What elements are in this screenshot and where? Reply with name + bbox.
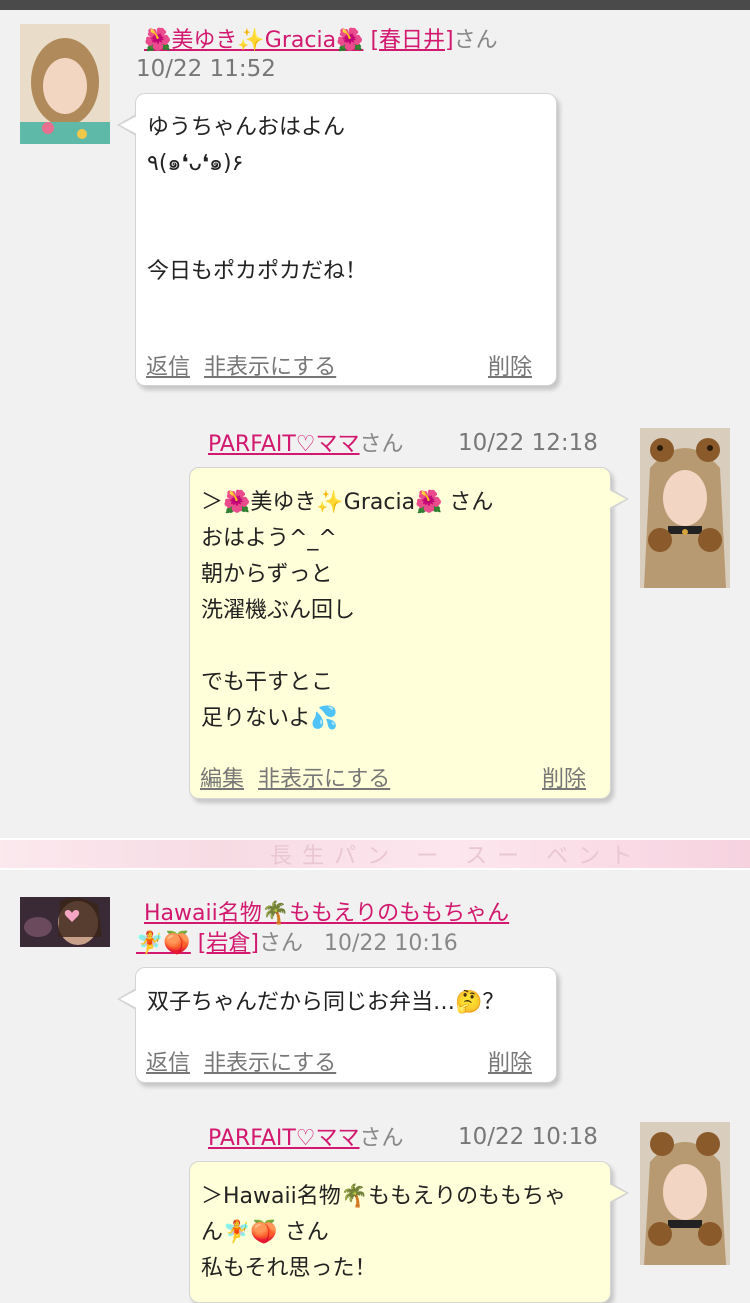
bubble-tail-fill <box>120 990 137 1008</box>
message-bubble: 双子ちゃんだから同じお弁当…🤔？ 返信 非表示にする 削除 <box>117 967 557 1083</box>
author-name-link[interactable]: PARFAIT♡ママ <box>208 432 360 457</box>
message-line: 朝からずっと <box>201 562 333 587</box>
post-author: PARFAIT♡ママさん <box>208 1124 404 1154</box>
reply-link[interactable]: 返信 <box>146 1046 190 1082</box>
message-bubble: ゆうちゃんおはよん ٩(๑❛ᴗ❛๑)۶ 今日もポカポカだね！ 返信 非表示にする… <box>117 93 557 386</box>
message-body: ＞🌺美ゆき✨Gracia🌺 さん おはよう^_^ 朝からずっと 洗濯機ぶん回し … <box>201 485 493 737</box>
edit-link[interactable]: 編集 <box>200 762 244 798</box>
message-body: ゆうちゃんおはよん ٩(๑❛ᴗ❛๑)۶ 今日もポカポカだね！ <box>147 110 367 290</box>
message-line: ٩(๑❛ᴗ❛๑)۶ <box>147 151 244 176</box>
post-author-cont: 🧚🍑 [岩倉]さん 10/22 10:16 <box>136 929 458 959</box>
top-bar <box>0 0 750 10</box>
bubble-tail-fill <box>609 1184 626 1202</box>
post-author: Hawaii名物🌴ももえりのももちゃん <box>144 899 509 929</box>
author-name-link[interactable]: Hawaii名物🌴ももえりのももちゃん <box>144 901 509 926</box>
delete-link[interactable]: 削除 <box>542 762 586 798</box>
post-timestamp: 10/22 12:18 <box>458 430 598 456</box>
avatar-photo <box>640 1122 730 1265</box>
post-timestamp: 10/22 10:16 <box>323 931 458 956</box>
author-suffix: さん <box>359 1126 404 1151</box>
author-suffix: さん <box>453 28 498 53</box>
hide-link[interactable]: 非表示にする <box>204 1046 336 1082</box>
message-line: 洗濯機ぶん回し <box>201 598 356 623</box>
user-avatar[interactable] <box>20 24 110 144</box>
message-line: ん🧚🍑 さん <box>201 1220 329 1245</box>
avatar-photo <box>640 428 730 588</box>
user-avatar[interactable] <box>640 1122 730 1265</box>
hide-link[interactable]: 非表示にする <box>258 762 390 798</box>
author-name-link[interactable]: 🌺美ゆき✨Gracia🌺 <box>144 28 363 53</box>
message-line: ゆうちゃんおはよん <box>147 115 346 140</box>
avatar-photo <box>20 24 110 144</box>
message-line <box>147 218 367 254</box>
message-line: 足りないよ💦 <box>201 706 338 731</box>
bubble-tail-fill <box>609 490 626 508</box>
message-line: 今日もポカポカだね！ <box>147 259 368 284</box>
message-bubble: ＞Hawaii名物🌴ももえりのももちゃ ん🧚🍑 さん 私もそれ思った！ <box>189 1161 629 1303</box>
message-body: 双子ちゃんだから同じお弁当…🤔？ <box>147 985 504 1021</box>
message-line: 私もそれ思った！ <box>201 1256 377 1281</box>
author-location-link[interactable]: [岩倉] <box>198 931 259 956</box>
post-timestamp: 10/22 11:52 <box>136 56 276 82</box>
message-bubble: ＞🌺美ゆき✨Gracia🌺 さん おはよう^_^ 朝からずっと 洗濯機ぶん回し … <box>189 467 629 799</box>
author-name-link[interactable]: PARFAIT♡ママ <box>208 1126 360 1151</box>
author-location-link[interactable]: [春日井] <box>370 28 453 53</box>
post-author: PARFAIT♡ママさん <box>208 430 404 460</box>
reply-link[interactable]: 返信 <box>146 350 190 386</box>
message-line <box>201 629 493 665</box>
message-line: ＞Hawaii名物🌴ももえりのももちゃ <box>201 1184 567 1209</box>
author-name-link-cont[interactable]: 🧚🍑 <box>136 931 191 956</box>
section-banner: 長生パン ー スー ベント <box>0 838 750 870</box>
message-line <box>147 182 367 218</box>
hide-link[interactable]: 非表示にする <box>204 350 336 386</box>
post-author: 🌺美ゆき✨Gracia🌺 [春日井]さん <box>144 26 498 56</box>
banner-text: 長生パン ー スー ベント <box>270 844 643 869</box>
author-suffix: さん <box>258 931 303 956</box>
delete-link[interactable]: 削除 <box>488 1046 532 1082</box>
delete-link[interactable]: 削除 <box>488 350 532 386</box>
message-line: 双子ちゃんだから同じお弁当…🤔？ <box>147 990 505 1015</box>
post-timestamp: 10/22 10:18 <box>458 1124 598 1150</box>
message-line: でも干すとこ <box>201 670 334 695</box>
message-body: ＞Hawaii名物🌴ももえりのももちゃ ん🧚🍑 さん 私もそれ思った！ <box>201 1179 566 1287</box>
user-avatar[interactable] <box>20 897 110 947</box>
bubble-tail-fill <box>120 116 137 134</box>
avatar-photo <box>20 897 110 947</box>
message-line: おはよう^_^ <box>201 526 337 551</box>
message-line: ＞🌺美ゆき✨Gracia🌺 さん <box>201 490 494 515</box>
author-suffix: さん <box>359 432 404 457</box>
user-avatar[interactable] <box>640 428 730 588</box>
